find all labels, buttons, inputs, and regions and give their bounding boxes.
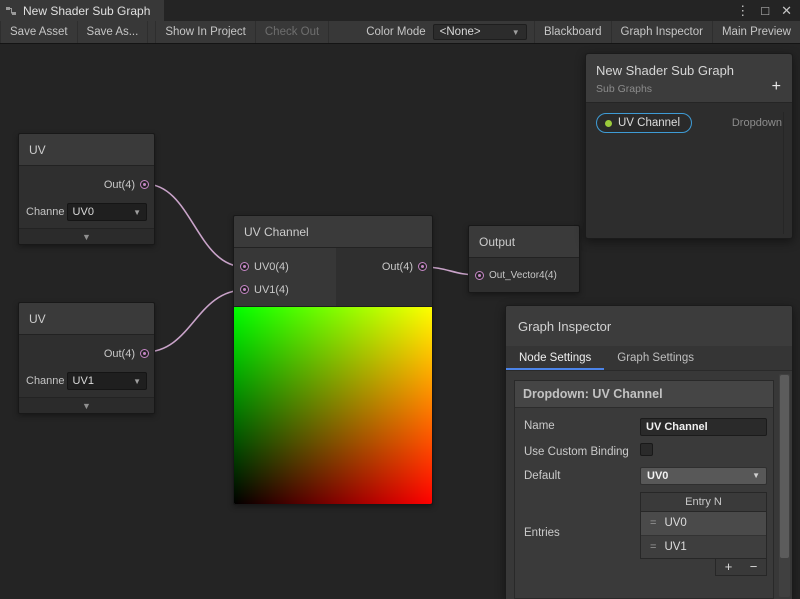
drag-handle-icon[interactable]: =	[650, 517, 656, 529]
default-label: Default	[524, 467, 640, 485]
drag-handle-icon[interactable]: =	[650, 541, 656, 553]
name-input[interactable]	[640, 418, 767, 436]
graph-canvas[interactable]: UV Out(4) Channe UV0 ▼ ▼ UV Out(4) Chann…	[0, 44, 800, 599]
channel-label: Channe	[26, 206, 65, 218]
scrollbar-thumb[interactable]	[780, 375, 789, 558]
toolbar: Save Asset Save As... Show In Project Ch…	[0, 21, 800, 44]
output-port[interactable]	[140, 349, 149, 358]
list-item-uv0[interactable]: = UV0	[641, 512, 766, 535]
entries-list: Entry N = UV0 = UV1	[640, 492, 767, 559]
color-mode-label: Color Mode	[359, 21, 432, 43]
tab-node-settings[interactable]: Node Settings	[506, 346, 604, 370]
inspector-tabs: Node Settings Graph Settings	[506, 346, 792, 371]
blackboard-scrollbar[interactable]	[783, 112, 791, 234]
blackboard-item-type: Dropdown	[732, 117, 782, 129]
port-label: UV0(4)	[254, 261, 289, 273]
save-asset-button[interactable]: Save Asset	[0, 21, 78, 43]
output-port[interactable]	[418, 262, 427, 271]
channel-label: Channe	[26, 375, 65, 387]
graph-inspector-toggle-button[interactable]: Graph Inspector	[611, 21, 712, 43]
node-title[interactable]: UV Channel	[234, 216, 432, 248]
check-out-button: Check Out	[256, 21, 329, 43]
use-custom-binding-checkbox[interactable]	[640, 443, 653, 456]
port-label: Out(4)	[104, 348, 135, 360]
maximize-icon[interactable]: □	[761, 4, 769, 17]
save-as-button[interactable]: Save As...	[78, 21, 149, 43]
blackboard-subtitle: Sub Graphs	[596, 83, 782, 95]
channel-dropdown[interactable]: UV0 ▼	[67, 203, 147, 221]
name-label: Name	[524, 417, 640, 436]
blackboard-header: New Shader Sub Graph Sub Graphs +	[586, 54, 792, 103]
input-port-uv0[interactable]	[240, 262, 249, 271]
node-title[interactable]: UV	[19, 303, 154, 335]
input-slots: UV0(4) UV1(4)	[234, 248, 336, 306]
chevron-down-icon: ▼	[512, 28, 520, 37]
node-uv-top[interactable]: UV Out(4) Channe UV0 ▼ ▼	[18, 133, 155, 245]
title-bar: New Shader Sub Graph ⋮ □ ✕	[0, 0, 800, 21]
inspector-scrollbar[interactable]	[779, 374, 790, 597]
port-label: Out(4)	[382, 261, 413, 273]
node-output[interactable]: Output Out_Vector4(4)	[468, 225, 580, 293]
port-label: UV1(4)	[254, 284, 289, 296]
use-custom-binding-label: Use Custom Binding	[524, 443, 640, 460]
channel-value: UV0	[73, 206, 94, 218]
uv-gradient-preview	[234, 306, 432, 504]
section-title: Dropdown: UV Channel	[515, 381, 773, 408]
blackboard-toggle-button[interactable]: Blackboard	[534, 21, 611, 43]
tab-title: New Shader Sub Graph	[23, 4, 150, 18]
default-value: UV0	[647, 470, 668, 482]
close-icon[interactable]: ✕	[781, 4, 792, 17]
input-port-uv1[interactable]	[240, 285, 249, 294]
channel-value: UV1	[73, 375, 94, 387]
input-port[interactable]	[475, 271, 484, 280]
collapse-chevron[interactable]: ▼	[19, 228, 154, 244]
remove-entry-button[interactable]: −	[741, 559, 766, 575]
list-add-remove-bar: + −	[715, 559, 767, 576]
default-dropdown[interactable]: UV0 ▼	[640, 467, 767, 485]
add-property-button[interactable]: +	[772, 79, 781, 95]
inspector-title: Graph Inspector	[506, 306, 792, 346]
shader-graph-icon	[5, 5, 17, 17]
entry-label: UV1	[664, 541, 686, 553]
edge-uv-top-to-uv0[interactable]	[145, 184, 245, 267]
blackboard-title: New Shader Sub Graph	[596, 63, 782, 78]
entries-list-header: Entry N	[641, 493, 766, 512]
node-uv-bottom[interactable]: UV Out(4) Channe UV1 ▼ ▼	[18, 302, 155, 414]
add-entry-button[interactable]: +	[716, 559, 741, 575]
edge-uv-bottom-to-uv1[interactable]	[145, 290, 245, 352]
blackboard-panel[interactable]: New Shader Sub Graph Sub Graphs + UV Cha…	[585, 53, 793, 239]
dropdown-section: Dropdown: UV Channel Name Use Custom Bin…	[514, 380, 774, 599]
graph-inspector-panel[interactable]: Graph Inspector Node Settings Graph Sett…	[505, 305, 793, 599]
show-in-project-button[interactable]: Show In Project	[155, 21, 256, 43]
exposed-dot-icon	[605, 120, 612, 127]
chevron-down-icon: ▼	[133, 377, 141, 386]
inspector-content: Dropdown: UV Channel Name Use Custom Bin…	[506, 371, 792, 599]
toolbar-gap	[148, 21, 155, 43]
window-tab[interactable]: New Shader Sub Graph	[0, 0, 164, 21]
collapse-chevron[interactable]: ▼	[19, 397, 154, 413]
toolbar-spacer	[329, 21, 359, 43]
menu-icon[interactable]: ⋮	[736, 4, 749, 17]
color-mode-value: <None>	[440, 26, 481, 38]
port-label: Out(4)	[104, 179, 135, 191]
blackboard-item-label: UV Channel	[618, 117, 680, 129]
node-uv-channel[interactable]: UV Channel UV0(4) UV1(4) Out(4)	[233, 215, 433, 505]
blackboard-item-row: UV Channel Dropdown	[586, 103, 792, 143]
chevron-down-icon: ▼	[133, 208, 141, 217]
port-label: Out_Vector4(4)	[489, 270, 557, 281]
color-mode-dropdown[interactable]: <None> ▼	[433, 24, 527, 40]
list-item-uv1[interactable]: = UV1	[641, 535, 766, 558]
entry-label: UV0	[664, 517, 686, 529]
entries-label: Entries	[524, 492, 640, 576]
node-title[interactable]: UV	[19, 134, 154, 166]
chevron-down-icon: ▼	[752, 471, 760, 480]
node-title[interactable]: Output	[469, 226, 579, 258]
blackboard-item-uv-channel[interactable]: UV Channel	[596, 113, 692, 133]
tab-graph-settings[interactable]: Graph Settings	[604, 346, 707, 370]
channel-dropdown[interactable]: UV1 ▼	[67, 372, 147, 390]
main-preview-toggle-button[interactable]: Main Preview	[712, 21, 800, 43]
output-port[interactable]	[140, 180, 149, 189]
